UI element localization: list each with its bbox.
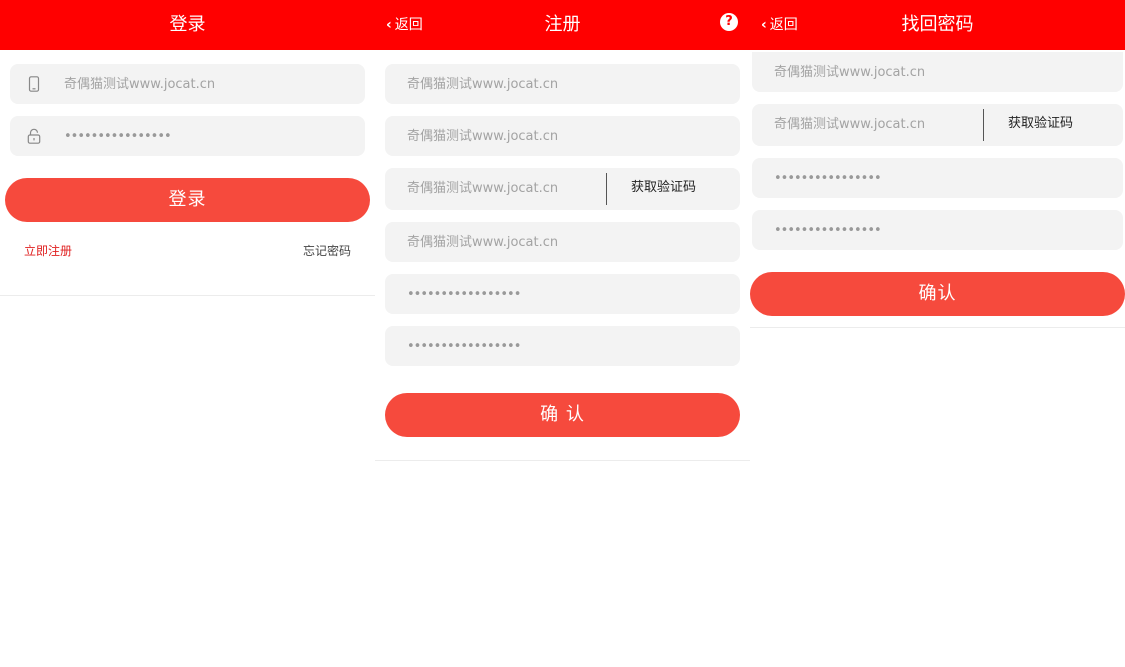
register-code-input[interactable]: [407, 168, 602, 208]
recover-code-field[interactable]: 获取验证码: [752, 104, 1123, 146]
recover-confirm-password-input[interactable]: [774, 210, 1104, 250]
phone-icon: [26, 76, 42, 92]
recover-password-screen: 找回密码 ‹返回 获取验证码 确认: [750, 0, 1125, 667]
register-field-1[interactable]: [385, 64, 740, 104]
login-screen: 登录 登录 立即注册 忘记密码: [0, 0, 375, 667]
password-input[interactable]: [64, 116, 354, 156]
phone-field[interactable]: [10, 64, 365, 104]
recover-title: 找回密码: [901, 14, 974, 35]
recover-password-input[interactable]: [774, 158, 1104, 198]
recover-divider: [750, 327, 1125, 328]
recover-password-field[interactable]: [752, 158, 1123, 198]
back-button[interactable]: ‹ 返回: [386, 0, 423, 50]
register-header: 注册 ‹ 返回 ?: [375, 0, 750, 50]
login-button[interactable]: 登录: [5, 178, 370, 222]
register-password-input[interactable]: [407, 274, 727, 314]
help-icon[interactable]: ?: [720, 13, 738, 31]
register-link[interactable]: 立即注册: [24, 242, 72, 259]
register-confirm-button[interactable]: 确 认: [385, 393, 740, 437]
login-title: 登录: [169, 14, 206, 35]
register-screen: 注册 ‹返回 ? 获取验证码 确 认: [375, 0, 750, 667]
register-input-2[interactable]: [407, 116, 727, 156]
get-code-button[interactable]: 获取验证码: [983, 109, 1073, 141]
register-field-4[interactable]: [385, 222, 740, 262]
register-password-field[interactable]: [385, 274, 740, 314]
phone-input[interactable]: [64, 64, 354, 104]
back-button[interactable]: ‹ 返回: [761, 0, 798, 50]
back-label: 返回: [769, 17, 798, 33]
register-input-1[interactable]: [407, 64, 727, 104]
register-divider: [375, 460, 750, 461]
lock-icon: [26, 128, 42, 144]
register-input-4[interactable]: [407, 222, 727, 262]
login-divider: [0, 295, 375, 296]
chevron-left-icon: ‹: [386, 17, 392, 33]
register-confirm-password-field[interactable]: [385, 326, 740, 366]
recover-code-input[interactable]: [774, 104, 979, 144]
recover-input-1[interactable]: [774, 52, 1104, 92]
register-confirm-password-input[interactable]: [407, 326, 727, 366]
register-title: 注册: [544, 14, 581, 35]
recover-confirm-button[interactable]: 确认: [750, 272, 1125, 316]
recover-header: 找回密码 ‹ 返回: [750, 0, 1125, 50]
register-code-field[interactable]: 获取验证码: [385, 168, 740, 210]
get-code-button[interactable]: 获取验证码: [606, 173, 696, 205]
chevron-left-icon: ‹: [761, 17, 767, 33]
forgot-password-link[interactable]: 忘记密码: [303, 242, 351, 259]
recover-field-1[interactable]: [752, 52, 1123, 92]
recover-confirm-password-field[interactable]: [752, 210, 1123, 250]
register-field-2[interactable]: [385, 116, 740, 156]
login-header: 登录: [0, 0, 375, 50]
password-field[interactable]: [10, 116, 365, 156]
back-label: 返回: [394, 17, 423, 33]
